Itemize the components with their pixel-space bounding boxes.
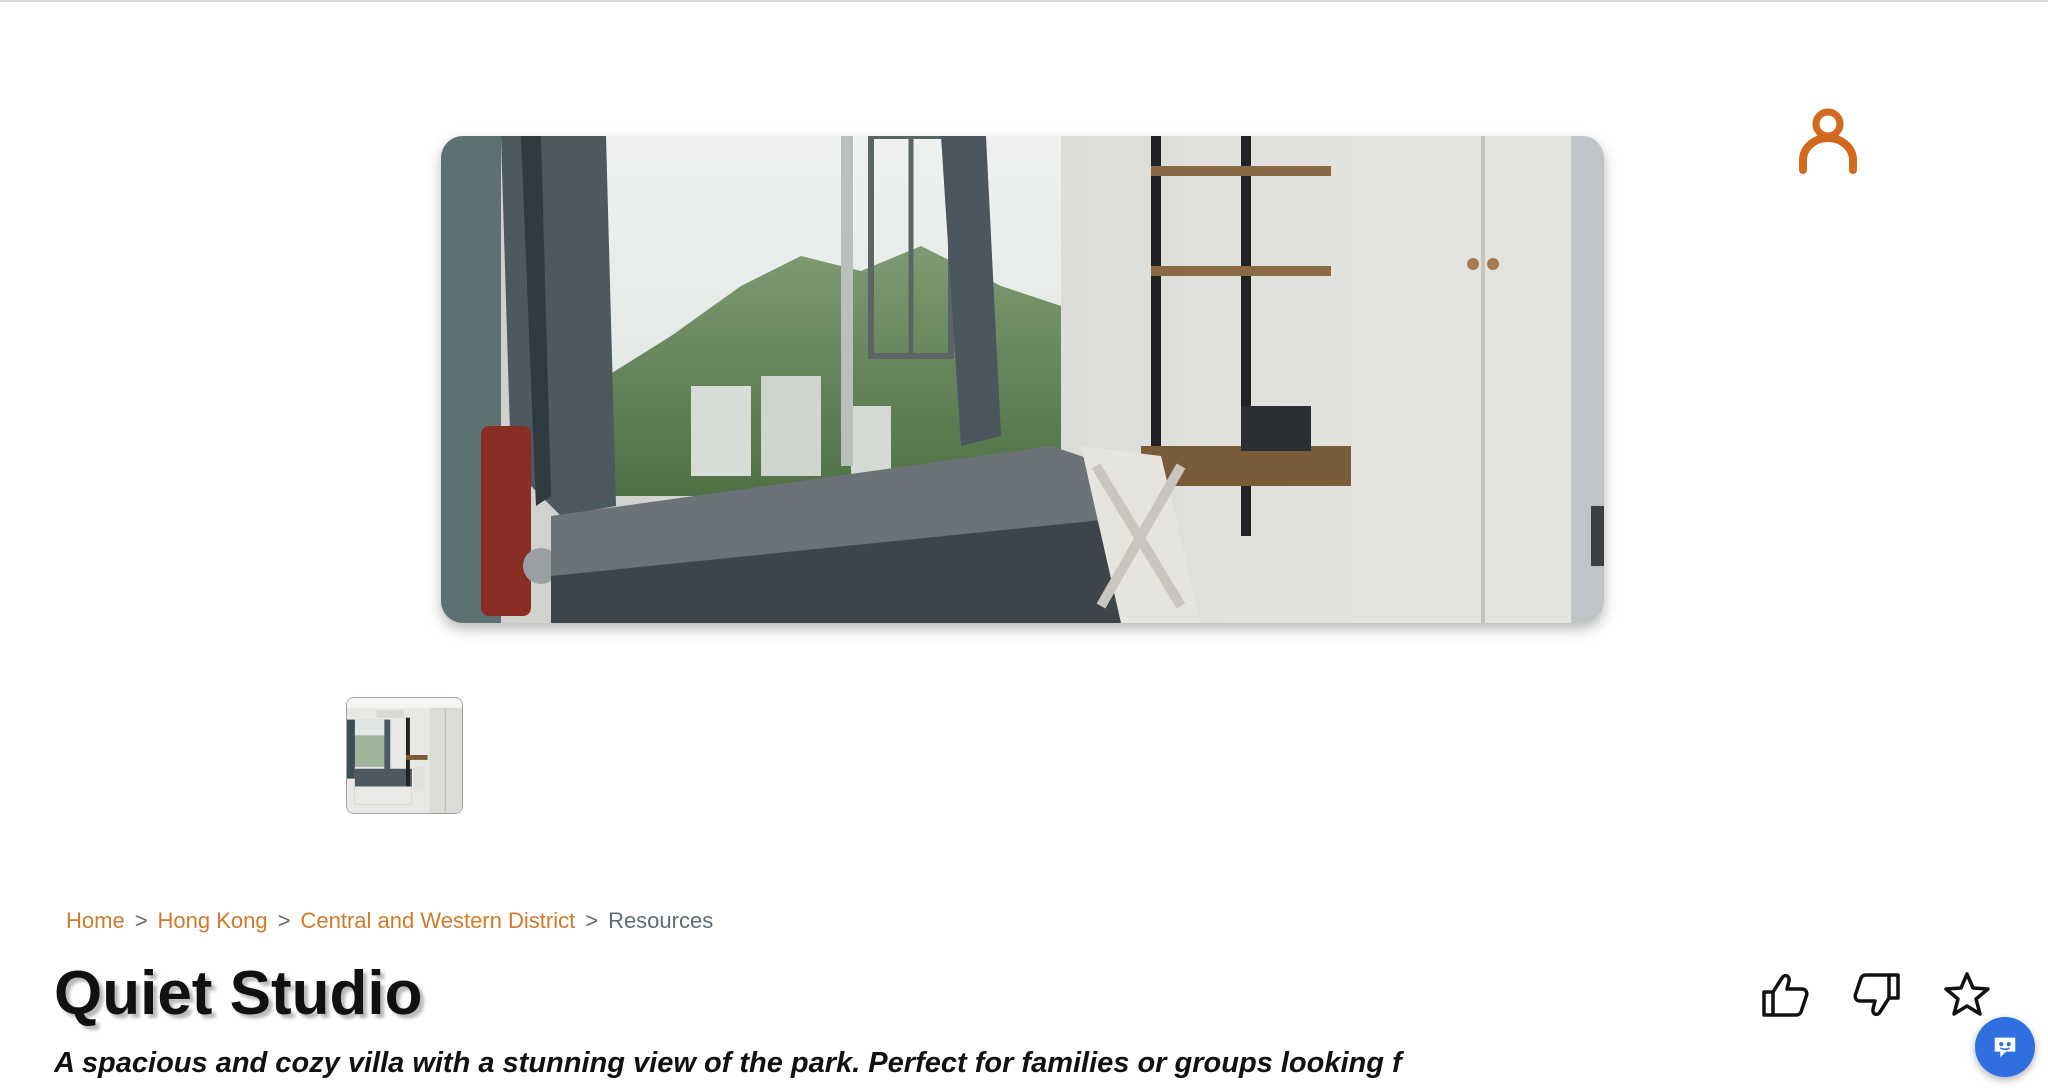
breadcrumb-separator: > xyxy=(134,908,148,933)
user-account-button[interactable] xyxy=(1797,106,1859,178)
page-title: Quiet Studio xyxy=(54,959,423,1028)
breadcrumb-district-link[interactable]: Central and Western District xyxy=(301,908,576,934)
user-icon xyxy=(1799,108,1857,174)
star-icon xyxy=(1944,972,1990,1016)
breadcrumb-home-link[interactable]: Home xyxy=(66,908,125,934)
chat-widget-button[interactable] xyxy=(1975,1017,2035,1077)
favorite-button[interactable] xyxy=(1942,970,1992,1020)
breadcrumb: Home > Hong Kong > Central and Western D… xyxy=(66,908,713,934)
main-listing-photo[interactable] xyxy=(441,136,1604,623)
top-divider xyxy=(0,0,2048,2)
listing-description: A spacious and cozy villa with a stunnin… xyxy=(54,1047,1402,1079)
thumbs-down-icon xyxy=(1853,973,1900,1017)
breadcrumb-separator: > xyxy=(585,908,599,933)
like-button[interactable] xyxy=(1760,970,1810,1020)
breadcrumb-current: Resources xyxy=(608,908,714,933)
breadcrumb-separator: > xyxy=(277,908,291,933)
chat-bot-icon xyxy=(1994,1037,2016,1058)
dislike-button[interactable] xyxy=(1852,970,1902,1020)
photo-thumbnail[interactable] xyxy=(346,697,463,814)
thumbs-up-icon xyxy=(1762,973,1809,1017)
breadcrumb-region-link[interactable]: Hong Kong xyxy=(158,908,268,934)
